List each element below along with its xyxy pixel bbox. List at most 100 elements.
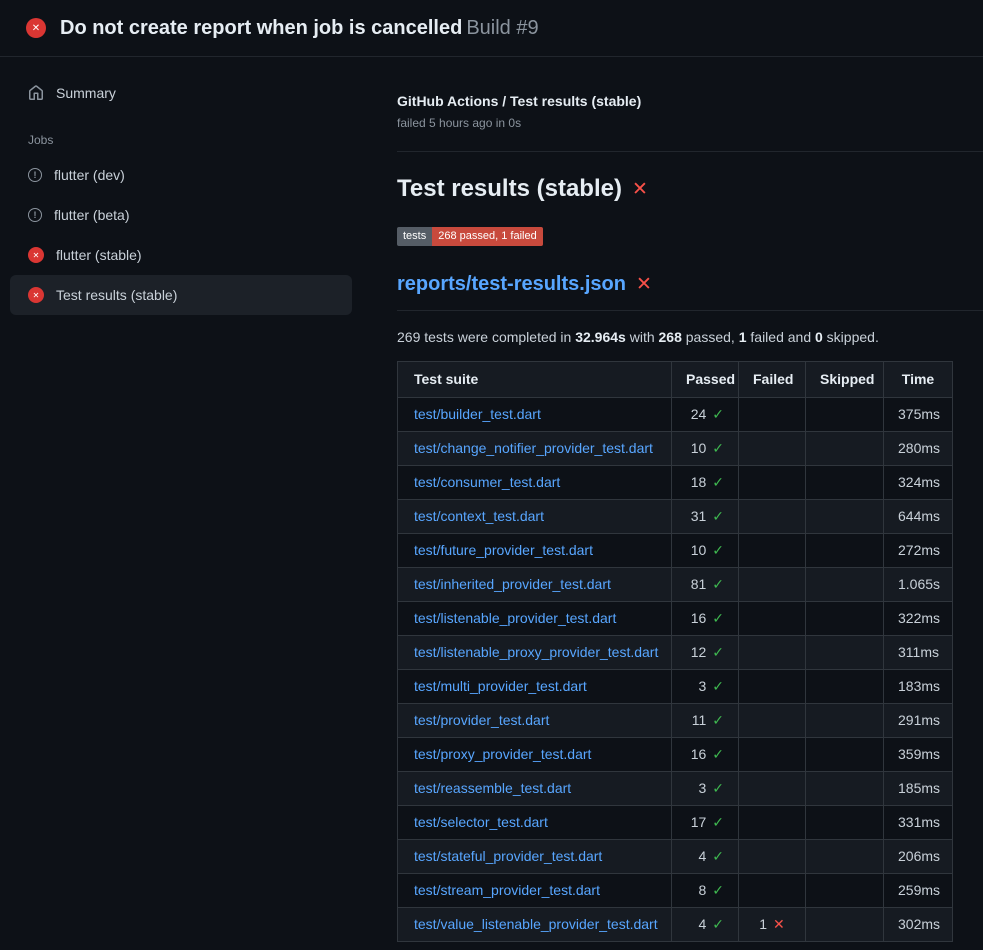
passed-cell: 12 ✓ [672,636,739,670]
job-label: flutter (beta) [54,207,129,223]
suite-link[interactable]: test/listenable_provider_test.dart [414,610,616,626]
passed-cell: 4✓ [672,908,739,942]
failed-x-icon: ✕ [632,180,648,199]
passed-count: 12 [691,644,707,660]
table-row: test/consumer_test.dart18✓324ms [398,466,953,500]
check-icon: ✓ [712,610,724,626]
report-link[interactable]: reports/test-results.json [397,273,626,296]
passed-count: 16 [691,610,707,626]
time-cell: 1.065s [884,568,953,602]
sidebar-item-label: Summary [56,85,116,101]
suite-link[interactable]: test/selector_test.dart [414,814,548,830]
suite-link[interactable]: test/provider_test.dart [414,712,549,728]
table-row: test/provider_test.dart11✓291ms [398,704,953,738]
suite-link[interactable]: test/context_test.dart [414,508,544,524]
skipped-cell [806,398,884,432]
failed-cell [739,432,806,466]
check-icon: ✓ [712,848,724,864]
results-table-body: test/builder_test.dart 24 ✓ 375ms test/chang… [398,398,953,942]
suite-link[interactable]: test/stateful_provider_test.dart [414,848,602,864]
table-row: test/value_listenable_provider_test.dart… [398,908,953,942]
skipped-cell [806,806,884,840]
failed-count: 1 [759,916,767,932]
time-cell: 375ms [884,398,953,432]
passed-cell: 18✓ [672,466,739,500]
skipped-cell [806,874,884,908]
passed-cell: 81✓ [672,568,739,602]
suite-link[interactable]: test/consumer_test.dart [414,474,560,490]
sidebar-item-test-results-stable[interactable]: ✕ Test results (stable) [10,275,352,315]
failed-cell [739,398,806,432]
sidebar-item-summary[interactable]: Summary [10,75,352,111]
summary-duration: 32.964s [575,329,626,345]
suite-link[interactable]: test/stream_provider_test.dart [414,882,600,898]
check-icon: ✓ [712,542,724,558]
failed-cell [739,874,806,908]
tests-badge: tests 268 passed, 1 failed [397,227,543,246]
passed-count: 10 [691,542,707,558]
passed-count: 16 [691,746,707,762]
skipped-cell [806,466,884,500]
table-row: test/listenable_proxy_provider_test.dart… [398,636,953,670]
summary-text: 269 tests were completed in [397,329,575,345]
sidebar-item-flutter-dev[interactable]: ! flutter (dev) [10,155,352,195]
table-row: test/selector_test.dart 17✓ 331ms [398,806,953,840]
summary-passed: 268 [659,329,682,345]
suite-link[interactable]: test/builder_test.dart [414,406,541,422]
passed-cell: 17✓ [672,806,739,840]
suite-link[interactable]: test/proxy_provider_test.dart [414,746,591,762]
time-cell: 302ms [884,908,953,942]
suite-link[interactable]: test/multi_provider_test.dart [414,678,587,694]
job-label: flutter (dev) [54,167,125,183]
check-icon: ✓ [712,780,724,796]
table-header-row: Test suite Passed Failed Skipped Time [398,362,953,398]
passed-count: 24 [691,406,707,422]
suite-link[interactable]: test/reassemble_test.dart [414,780,571,796]
check-icon: ✓ [712,678,724,694]
check-icon: ✓ [712,746,724,762]
check-icon: ✓ [712,576,724,592]
run-title-text: Do not create report when job is cancell… [60,17,462,39]
time-cell: 359ms [884,738,953,772]
skipped-cell [806,636,884,670]
skipped-cell [806,840,884,874]
x-glyph: ✕ [33,291,40,300]
passed-cell: 8✓ [672,874,739,908]
warning-icon: ! [28,208,42,222]
time-cell: 272ms [884,534,953,568]
passed-cell: 31✓ [672,500,739,534]
suite-link[interactable]: test/inherited_provider_test.dart [414,576,611,592]
suite-link[interactable]: test/value_listenable_provider_test.dart [414,916,658,932]
summary-text: passed, [682,329,739,345]
suite-link[interactable]: test/listenable_proxy_provider_test.dart [414,644,658,660]
failed-cell [739,500,806,534]
summary-text: skipped. [823,329,879,345]
results-table: Test suite Passed Failed Skipped Time te… [397,361,953,942]
status-line: failed 5 hours ago in 0s [397,116,983,130]
time-cell: 644ms [884,500,953,534]
table-row: test/stateful_provider_test.dart4✓206ms [398,840,953,874]
passed-cell: 10 ✓ [672,534,739,568]
suite-link[interactable]: test/change_notifier_provider_test.dart [414,440,653,456]
col-header-time: Time [884,362,953,398]
skipped-cell [806,908,884,942]
x-glyph: ✕ [32,23,40,34]
failed-status-icon: ✕ [26,18,46,38]
skipped-cell [806,432,884,466]
failed-cell [739,670,806,704]
sidebar-item-flutter-stable[interactable]: ✕ flutter (stable) [10,235,352,275]
passed-count: 4 [698,916,706,932]
failed-cell [739,466,806,500]
sidebar-item-flutter-beta[interactable]: ! flutter (beta) [10,195,352,235]
table-row: test/proxy_provider_test.dart 16 ✓ 359ms [398,738,953,772]
failed-cell [739,602,806,636]
passed-cell: 10✓ [672,432,739,466]
failed-cell [739,568,806,602]
suite-link[interactable]: test/future_provider_test.dart [414,542,593,558]
check-icon: ✓ [712,508,724,524]
check-icon: ✓ [712,644,724,660]
time-cell: 331ms [884,806,953,840]
check-icon: ✓ [712,440,724,456]
app-header: ✕ Do not create report when job is cance… [0,0,983,57]
failed-cell [739,636,806,670]
